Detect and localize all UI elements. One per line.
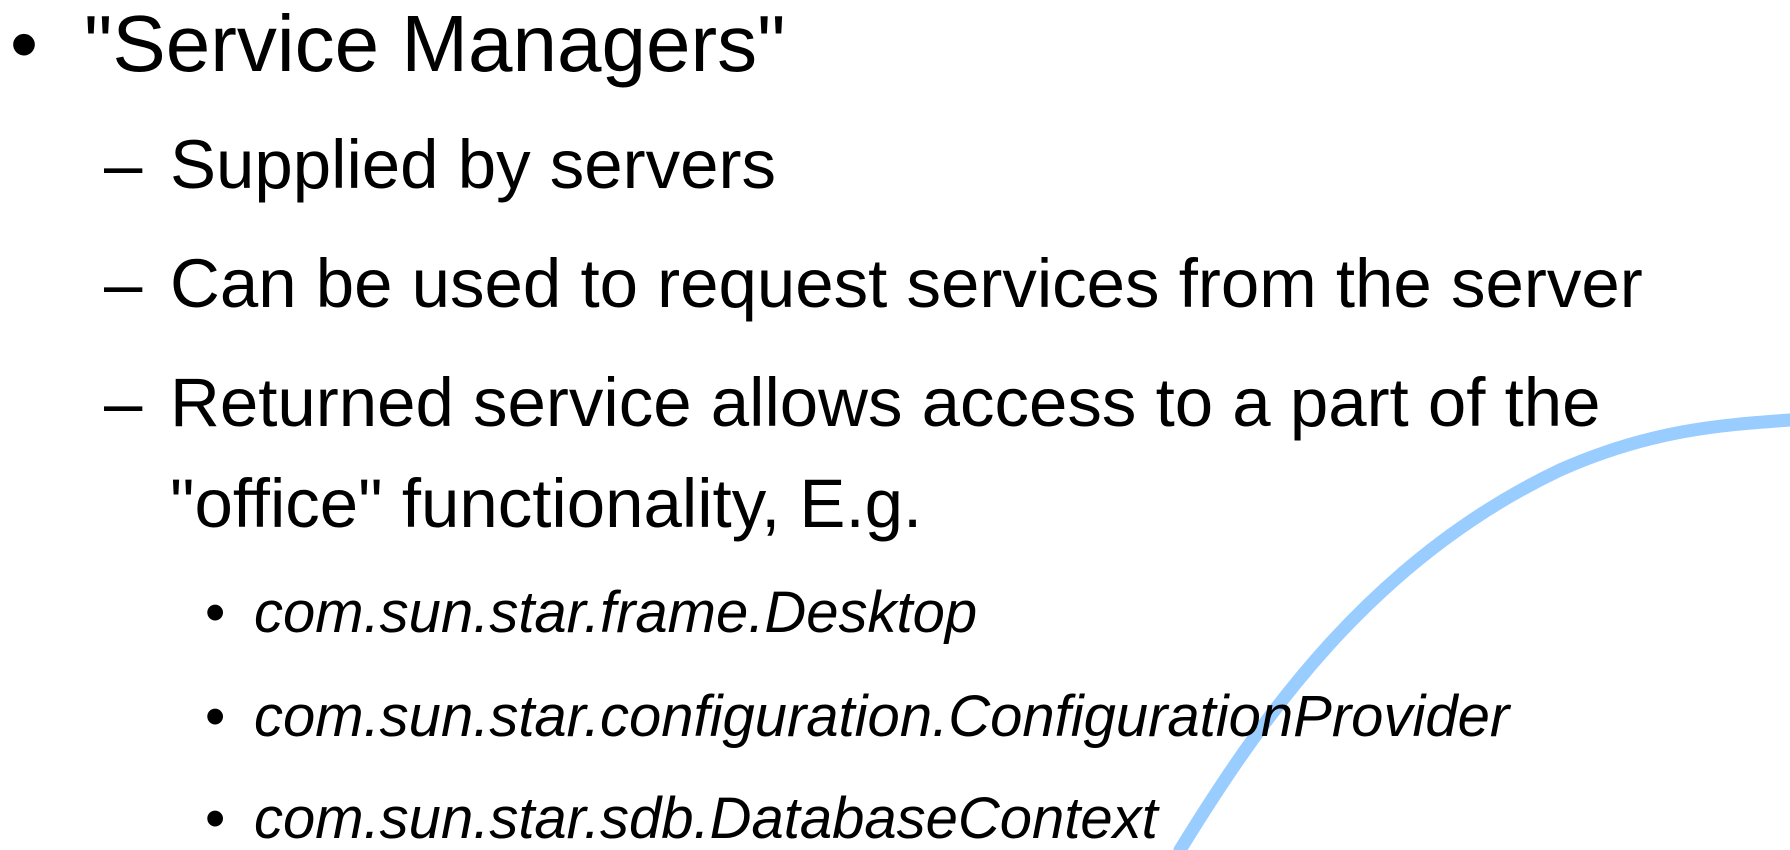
example-configuration-provider: com.sun.star.configuration.Configuration… xyxy=(254,684,1510,749)
slide: • "Service Managers" – Supplied by serve… xyxy=(0,0,1790,850)
dash-icon: – xyxy=(104,245,143,322)
bullet-icon: • xyxy=(205,786,226,850)
example-desktop: com.sun.star.frame.Desktop xyxy=(254,580,978,645)
sub-item-returned-line-1: Returned service allows access to a part… xyxy=(170,364,1601,441)
bullet-icon: • xyxy=(205,684,226,749)
bullet-icon: • xyxy=(10,0,39,88)
dash-icon: – xyxy=(104,126,143,203)
dash-icon: – xyxy=(104,364,143,441)
sub-item-request: Can be used to request services from the… xyxy=(170,245,1643,322)
sub-item-supplied: Supplied by servers xyxy=(170,126,776,203)
heading-service-managers: "Service Managers" xyxy=(84,0,786,88)
example-database-context: com.sun.star.sdb.DatabaseContext xyxy=(254,786,1158,850)
sub-item-returned-line-2: "office" functionality, E.g. xyxy=(170,465,923,542)
bullet-icon: • xyxy=(205,580,226,645)
